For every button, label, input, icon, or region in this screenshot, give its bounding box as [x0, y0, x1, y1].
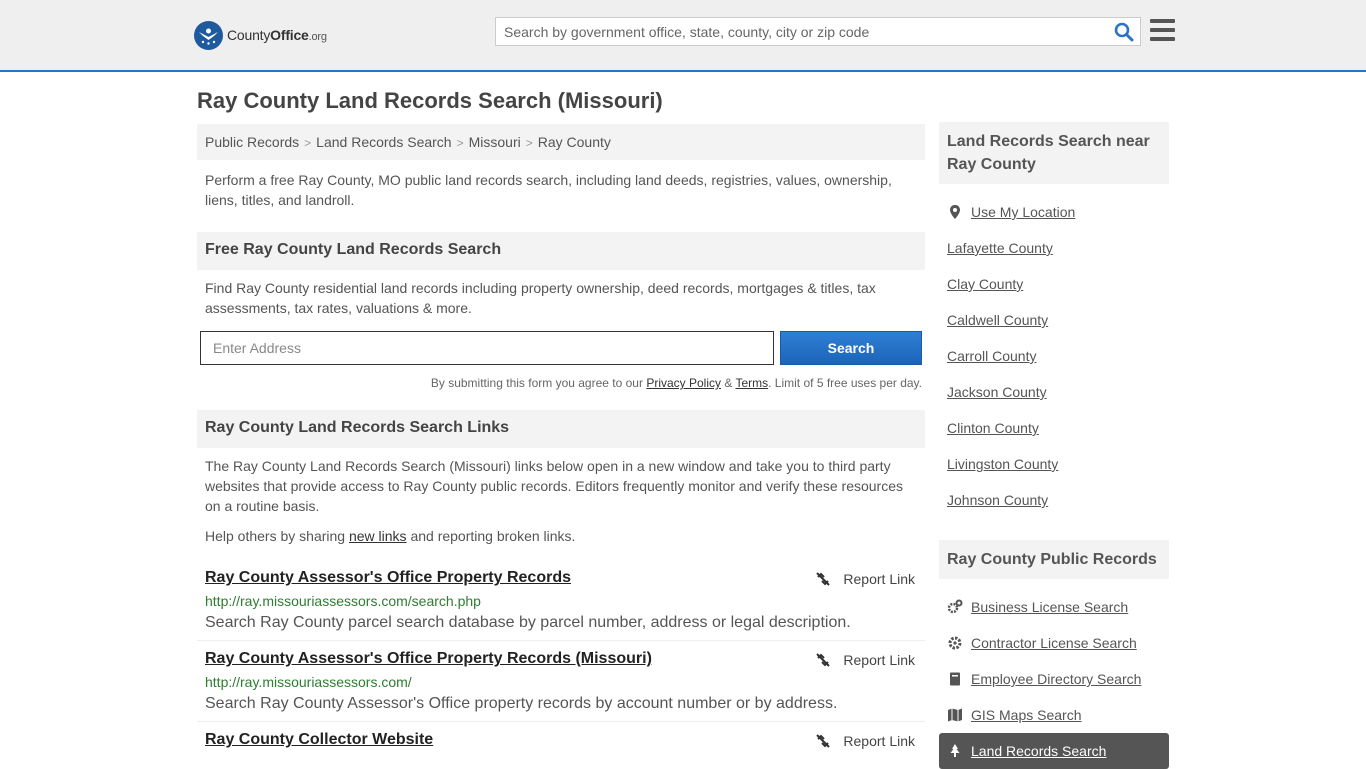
page-title: Ray County Land Records Search (Missouri…	[197, 88, 663, 113]
terms-link[interactable]: Terms	[735, 376, 768, 390]
address-input[interactable]	[200, 331, 774, 365]
breadcrumb: Public Records > Land Records Search > Misso…	[197, 124, 925, 160]
nearby-item-johnson[interactable]: Johnson County	[939, 482, 1169, 518]
sidebar: Land Records Search near Ray County Use …	[939, 122, 1169, 769]
list-item: Ray County Assessor's Office Property Re…	[197, 641, 925, 722]
links-section-text: The Ray County Land Records Search (Miss…	[205, 458, 903, 514]
breadcrumb-public-records[interactable]: Public Records	[205, 134, 299, 150]
broken-link-icon	[816, 653, 831, 667]
nearby-item-livingston[interactable]: Livingston County	[939, 446, 1169, 482]
site-header: CountyOffice.org	[0, 0, 1366, 72]
main-content: Public Records > Land Records Search > Misso…	[197, 124, 925, 757]
help-text: Help others by sharing new links and rep…	[205, 528, 576, 544]
new-links-link[interactable]: new links	[349, 528, 407, 544]
link-url: http://ray.missouriassessors.com/search.…	[205, 593, 481, 609]
link-title[interactable]: Ray County Assessor's Office Property Re…	[205, 650, 652, 667]
sidebar-item-contractor-license[interactable]: Contractor License Search	[939, 625, 1169, 661]
breadcrumb-current: Ray County	[537, 134, 611, 150]
public-records-heading: Ray County Public Records	[939, 540, 1169, 579]
broken-link-icon	[816, 734, 831, 748]
breadcrumb-land-records[interactable]: Land Records Search	[316, 134, 451, 150]
nearby-item-carroll[interactable]: Carroll County	[939, 338, 1169, 374]
search-button[interactable]: Search	[780, 331, 922, 365]
report-link[interactable]: Report Link	[815, 652, 915, 668]
nearby-heading: Land Records Search near Ray County	[939, 122, 1169, 184]
menu-icon[interactable]	[1150, 19, 1175, 42]
tree-icon	[950, 744, 960, 757]
intro-text: Perform a free Ray County, MO public lan…	[205, 172, 892, 208]
book-icon	[950, 672, 960, 686]
link-url: http://ray.missouriassessors.com/	[205, 674, 412, 690]
broken-link-icon	[816, 572, 831, 586]
links-section-heading: Ray County Land Records Search Links	[197, 410, 925, 448]
use-location-link[interactable]: Use My Location	[971, 204, 1075, 220]
link-title[interactable]: Ray County Assessor's Office Property Re…	[205, 569, 571, 586]
link-title[interactable]: Ray County Collector Website	[205, 731, 433, 748]
nearby-list: Use My Location Lafayette County Clay Co…	[939, 194, 1169, 518]
address-search-form: Search	[197, 331, 925, 367]
sidebar-item-employee-directory[interactable]: Employee Directory Search	[939, 661, 1169, 697]
link-description: Search Ray County Assessor's Office prop…	[205, 695, 838, 712]
nearby-item-caldwell[interactable]: Caldwell County	[939, 302, 1169, 338]
nearby-item-jackson[interactable]: Jackson County	[939, 374, 1169, 410]
link-list: Ray County Assessor's Office Property Re…	[197, 560, 925, 757]
report-link[interactable]: Report Link	[815, 571, 915, 587]
logo-wordmark: CountyOffice.org	[227, 27, 327, 43]
site-logo[interactable]: CountyOffice.org	[194, 20, 327, 50]
sidebar-item-business-license[interactable]: Business License Search	[939, 589, 1169, 625]
use-location-item[interactable]: Use My Location	[939, 194, 1169, 230]
terms-notice: By submitting this form you agree to our…	[430, 376, 922, 390]
link-description: Search Ray County parcel search database…	[205, 614, 851, 631]
list-item: Ray County Collector Website Report Link	[197, 722, 925, 757]
site-search-input[interactable]	[496, 18, 1096, 45]
report-link[interactable]: Report Link	[815, 733, 915, 749]
nearby-item-clay[interactable]: Clay County	[939, 266, 1169, 302]
gears-icon	[947, 599, 963, 614]
map-icon	[948, 708, 962, 722]
privacy-policy-link[interactable]: Privacy Policy	[646, 376, 721, 390]
public-records-list: Business License Search Contractor Licen…	[939, 589, 1169, 769]
gear-icon	[948, 636, 962, 650]
map-marker-icon	[950, 205, 960, 219]
sidebar-item-gis-maps[interactable]: GIS Maps Search	[939, 697, 1169, 733]
free-search-heading: Free Ray County Land Records Search	[197, 232, 925, 270]
site-search	[495, 17, 1141, 46]
nearby-item-clinton[interactable]: Clinton County	[939, 410, 1169, 446]
eagle-logo-icon	[194, 20, 223, 50]
breadcrumb-missouri[interactable]: Missouri	[469, 134, 521, 150]
search-icon[interactable]	[1114, 22, 1134, 42]
free-search-text: Find Ray County residential land records…	[205, 280, 876, 316]
list-item: Ray County Assessor's Office Property Re…	[197, 560, 925, 641]
nearby-item-lafayette[interactable]: Lafayette County	[939, 230, 1169, 266]
sidebar-item-land-records[interactable]: Land Records Search	[939, 733, 1169, 769]
